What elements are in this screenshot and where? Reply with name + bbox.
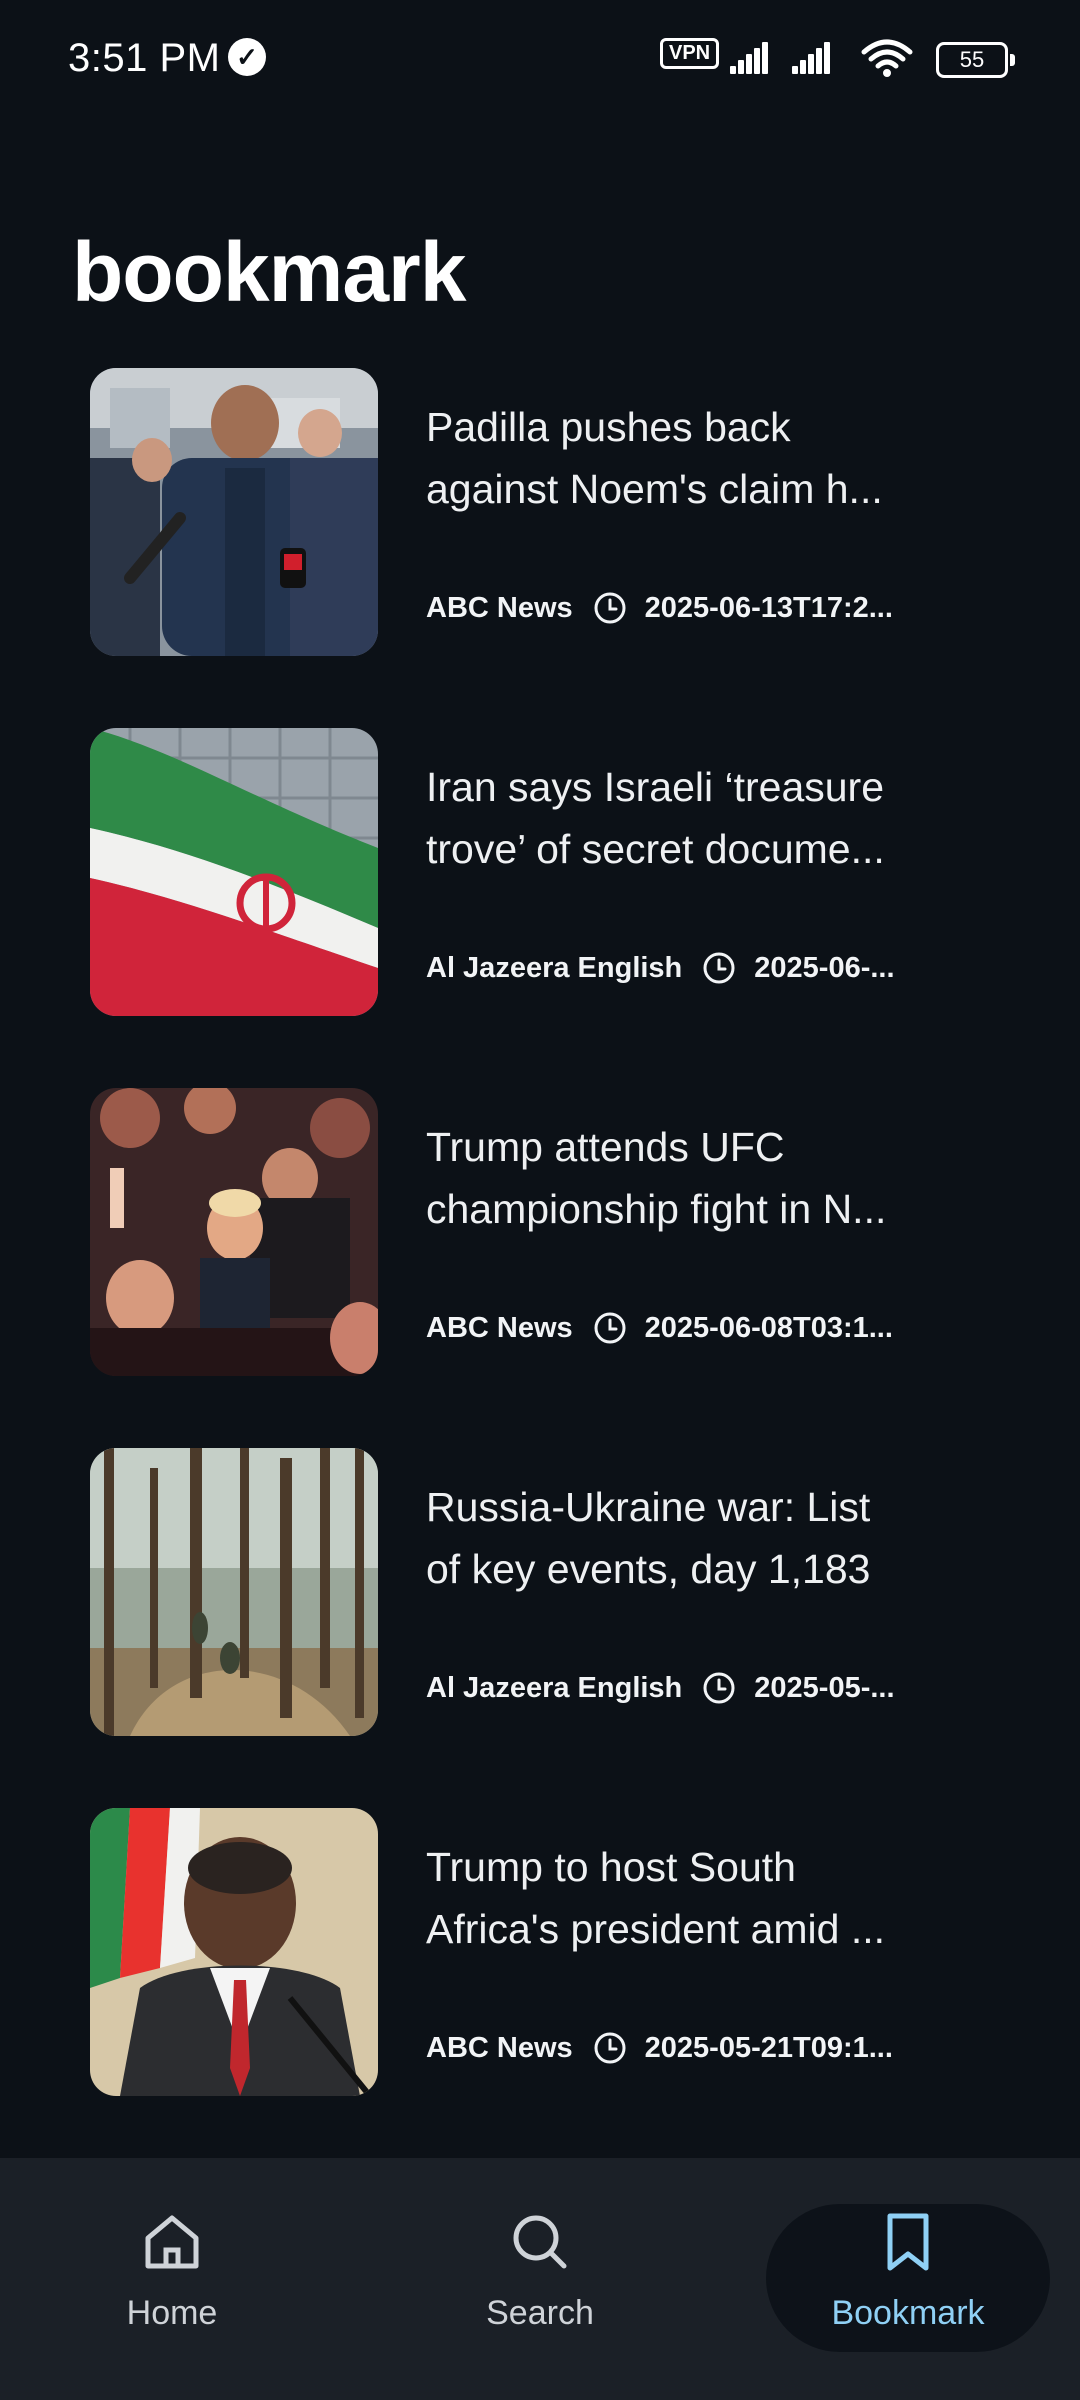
article-meta: ABC News 2025-05-21T09:1... <box>426 2026 946 2070</box>
status-bar: 3:51 PM ✓ VPN 55 <box>0 0 1080 118</box>
article-meta: ABC News 2025-06-08T03:1... <box>426 1306 946 1350</box>
bookmark-list: Padilla pushes back against Noem's claim… <box>0 366 1080 2166</box>
article-date: 2025-06-08T03:1... <box>644 1311 893 1344</box>
clock-icon <box>703 952 735 984</box>
article-item[interactable]: Iran says Israeli ‘treasure trove’ of se… <box>0 726 1080 1086</box>
article-item[interactable]: Trump attends UFC championship fight in … <box>0 1086 1080 1446</box>
article-thumbnail <box>90 728 378 1016</box>
article-thumbnail <box>90 1808 378 2096</box>
article-source: Al Jazeera English <box>426 951 683 984</box>
clock-icon <box>703 1672 735 1704</box>
article-date: 2025-05-... <box>754 1671 895 1704</box>
vpn-icon: VPN <box>660 38 720 69</box>
nav-home[interactable]: Home <box>22 2158 322 2400</box>
article-meta: ABC News 2025-06-13T17:2... <box>426 586 946 630</box>
nav-home-label: Home <box>126 2294 218 2332</box>
status-time: 3:51 PM <box>68 36 221 80</box>
article-thumbnail <box>90 368 378 656</box>
article-thumbnail <box>90 1448 378 1736</box>
search-icon <box>513 2215 567 2269</box>
article-date: 2025-06-13T17:2... <box>644 591 893 624</box>
article-date: 2025-05-21T09:1... <box>644 2031 893 2064</box>
nav-search[interactable]: Search <box>390 2158 690 2400</box>
article-title: Trump to host South Africa's president a… <box>426 1844 886 1952</box>
clock-icon <box>594 2032 626 2064</box>
battery-icon: 55 <box>936 42 1015 78</box>
nav-search-label: Search <box>486 2294 594 2332</box>
article-title: Russia-Ukraine war: List of key events, … <box>426 1484 871 1592</box>
bottom-nav: Home Search Bookmark <box>0 2158 1080 2400</box>
article-title: Trump attends UFC championship fight in … <box>426 1124 887 1232</box>
wifi-icon <box>861 39 913 77</box>
article-source: ABC News <box>426 591 573 624</box>
article-title: Iran says Israeli ‘treasure trove’ of se… <box>426 764 885 872</box>
nav-bookmark[interactable]: Bookmark <box>758 2158 1058 2400</box>
article-thumbnail <box>90 1088 378 1376</box>
article-item[interactable]: Russia-Ukraine war: List of key events, … <box>0 1446 1080 1806</box>
bookmark-icon <box>887 2213 929 2271</box>
clock-icon <box>594 1312 626 1344</box>
article-meta: Al Jazeera English 2025-05-... <box>426 1666 946 1710</box>
article-source: ABC News <box>426 1311 573 1344</box>
page-title: bookmark <box>72 225 466 320</box>
article-item[interactable]: Trump to host South Africa's president a… <box>0 1806 1080 2166</box>
nav-bookmark-label: Bookmark <box>831 2294 985 2332</box>
home-icon <box>145 2215 199 2269</box>
signal-icon <box>730 40 770 74</box>
clock-icon <box>594 592 626 624</box>
article-meta: Al Jazeera English 2025-06-... <box>426 946 946 990</box>
article-date: 2025-06-... <box>754 951 895 984</box>
article-source: ABC News <box>426 2031 573 2064</box>
article-item[interactable]: Padilla pushes back against Noem's claim… <box>0 366 1080 726</box>
article-title: Padilla pushes back against Noem's claim… <box>426 404 883 512</box>
app-notification-icon: ✓ <box>228 38 266 76</box>
signal-icon-2 <box>792 40 832 74</box>
status-icons: VPN 55 <box>660 34 1080 82</box>
article-source: Al Jazeera English <box>426 1671 683 1704</box>
